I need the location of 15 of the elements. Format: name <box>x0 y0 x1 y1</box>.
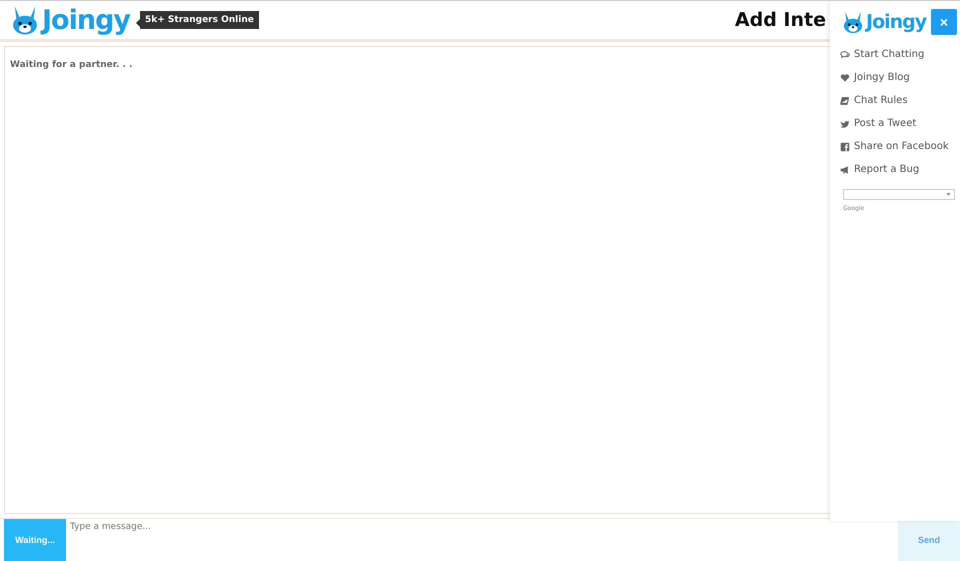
heart-icon <box>840 72 850 82</box>
speech-bubbles-icon <box>840 50 850 60</box>
megaphone-icon <box>840 164 850 174</box>
language-select[interactable] <box>843 189 955 200</box>
menu-item[interactable]: Post a Tweet <box>840 112 949 135</box>
menu-item[interactable]: Chat Rules <box>840 89 949 112</box>
add-interests-title[interactable]: Add Inte <box>734 9 826 31</box>
caret-icon <box>946 193 951 196</box>
menu-item[interactable]: Report a Bug <box>840 158 949 181</box>
menu-item[interactable]: Share on Facebook <box>840 135 949 158</box>
bird-icon <box>840 118 850 128</box>
menu-item[interactable]: Joingy Blog <box>840 66 949 89</box>
facebook-icon <box>840 142 850 152</box>
chat-status-text: Waiting for a partner. . . <box>10 60 132 70</box>
menu-item[interactable]: Start Chatting <box>840 43 949 66</box>
